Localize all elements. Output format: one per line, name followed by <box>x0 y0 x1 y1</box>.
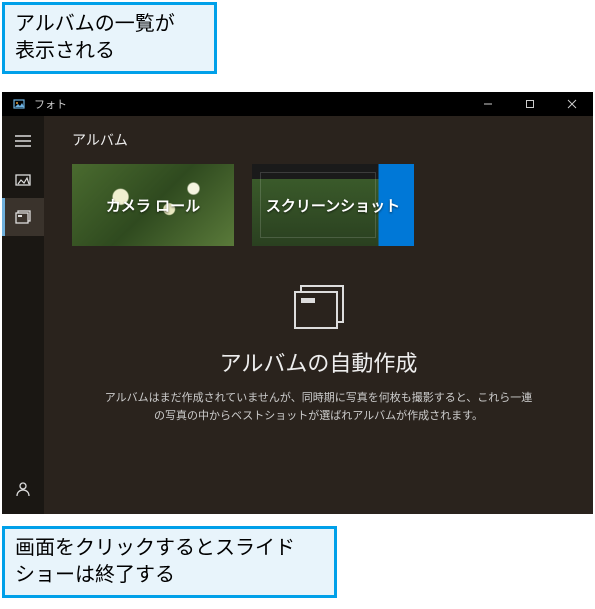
album-tile-screenshots[interactable]: スクリーンショット <box>252 164 414 246</box>
album-tile-camera-roll[interactable]: カメラ ロール <box>72 164 234 246</box>
app-icon <box>12 97 26 111</box>
minimize-button[interactable] <box>467 92 509 116</box>
sidebar <box>2 116 44 514</box>
sidebar-item-collection[interactable] <box>2 160 44 198</box>
album-tile-label: スクリーンショット <box>266 195 400 216</box>
titlebar: フォト <box>2 92 593 116</box>
content-area: アルバム カメラ ロール スクリーンショット アルバムの自動作成 <box>44 116 593 514</box>
callout-top: アルバムの一覧が 表示される <box>2 2 217 74</box>
album-icon <box>291 284 347 332</box>
app-title: フォト <box>34 96 67 112</box>
hamburger-button[interactable] <box>2 122 44 160</box>
callout-bottom: 画面をクリックするとスライド ショーは終了する <box>2 526 337 598</box>
sidebar-item-albums[interactable] <box>2 198 44 236</box>
close-button[interactable] <box>551 92 593 116</box>
auto-create-section: アルバムの自動作成 アルバムはまだ作成されていませんが、同時期に写真を何枚も撮影… <box>72 284 565 425</box>
maximize-button[interactable] <box>509 92 551 116</box>
photos-window: フォト ア <box>2 92 593 514</box>
page-title: アルバム <box>72 130 565 150</box>
album-tile-label: カメラ ロール <box>106 195 200 216</box>
albums-row: カメラ ロール スクリーンショット <box>72 164 565 246</box>
app-body: アルバム カメラ ロール スクリーンショット アルバムの自動作成 <box>2 116 593 514</box>
sidebar-item-signin[interactable] <box>2 470 44 508</box>
auto-create-heading: アルバムの自動作成 <box>72 346 565 378</box>
auto-create-body: アルバムはまだ作成されていませんが、同時期に写真を何枚も撮影すると、これら一連の… <box>104 390 534 425</box>
